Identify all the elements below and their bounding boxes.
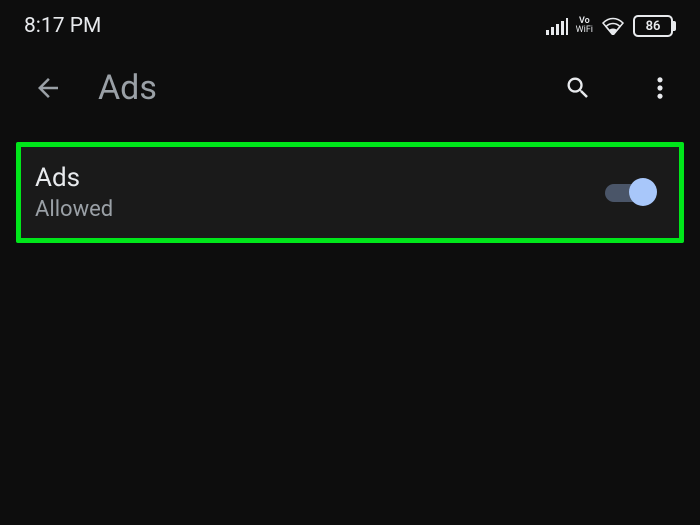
volte-wifi-icon: Vo WiFi: [576, 17, 593, 35]
app-bar: Ads: [0, 48, 700, 128]
battery-percent: 86: [633, 15, 673, 37]
search-icon: [564, 74, 592, 102]
ads-setting-row[interactable]: Ads Allowed: [16, 142, 684, 243]
back-button[interactable]: [28, 68, 68, 108]
setting-title: Ads: [35, 163, 113, 193]
page-title: Ads: [98, 68, 518, 108]
battery-icon: 86: [633, 15, 676, 37]
status-icons: Vo WiFi 86: [546, 15, 676, 37]
more-options-button[interactable]: [638, 66, 682, 110]
ads-toggle[interactable]: [605, 183, 655, 203]
setting-subtitle: Allowed: [35, 197, 113, 222]
search-button[interactable]: [556, 66, 600, 110]
more-vert-icon: [646, 74, 674, 102]
wifi-icon: [601, 17, 625, 35]
setting-text: Ads Allowed: [35, 163, 113, 222]
cellular-signal-icon: [546, 17, 568, 35]
status-time: 8:17 PM: [24, 14, 101, 38]
arrow-left-icon: [33, 73, 63, 103]
toggle-thumb: [629, 178, 657, 206]
status-bar: 8:17 PM Vo WiFi 86: [0, 0, 700, 48]
